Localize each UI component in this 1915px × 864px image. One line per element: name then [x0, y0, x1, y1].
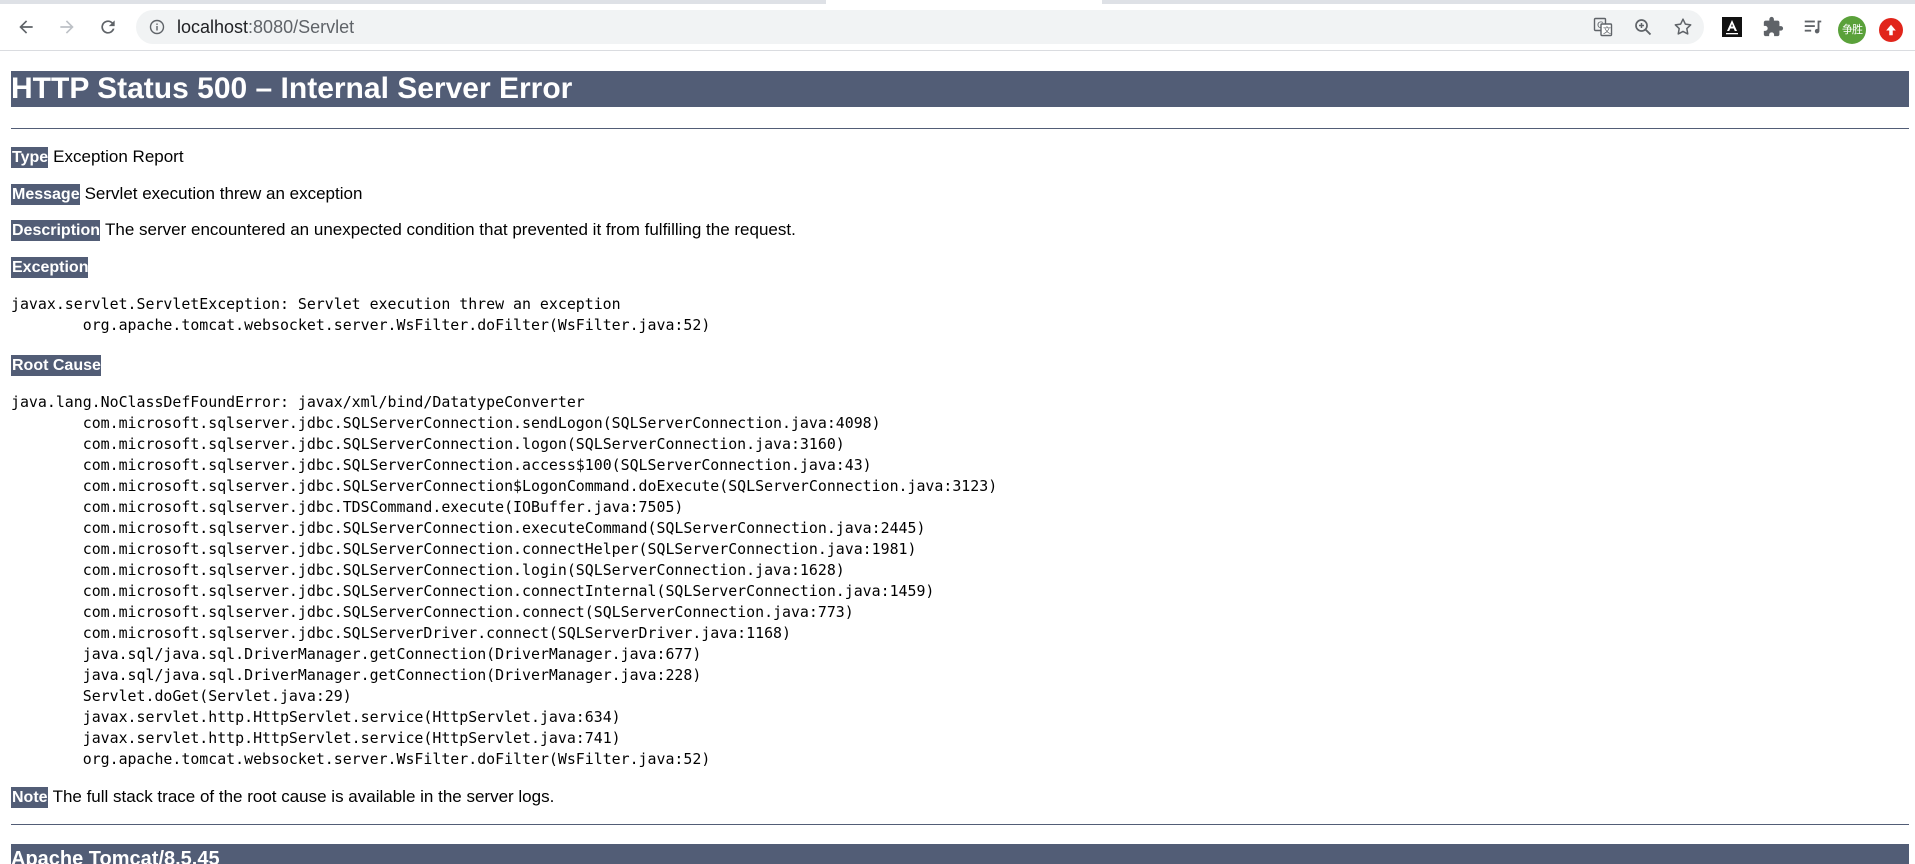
message-label: Message [11, 184, 80, 205]
type-label: Type [11, 147, 49, 168]
type-text: Exception Report [53, 147, 184, 166]
server-footer: Apache Tomcat/8.5.45 [11, 844, 1909, 864]
message-text: Servlet execution threw an exception [84, 184, 363, 203]
info-icon[interactable] [149, 19, 165, 35]
extension-a-button[interactable] [1720, 15, 1744, 39]
puzzle-icon [1763, 16, 1784, 37]
address-bar[interactable]: localhost:8080/Servlet G 文 [136, 10, 1704, 44]
extension-a-icon [1722, 17, 1742, 37]
type-row: Type Exception Report [11, 146, 184, 168]
message-row: Message Servlet execution threw an except… [11, 183, 362, 205]
url-text[interactable]: localhost:8080/Servlet [177, 10, 354, 44]
top-divider [11, 128, 1909, 129]
translate-icon: G 文 [1593, 17, 1613, 37]
bookmark-button[interactable] [1672, 16, 1694, 38]
root-cause-label: Root Cause [11, 355, 101, 376]
translate-button[interactable]: G 文 [1592, 16, 1614, 38]
root-cause-row: Root Cause [11, 354, 101, 376]
extensions-button[interactable] [1761, 15, 1785, 39]
arrow-left-icon [19, 20, 33, 34]
media-button[interactable] [1801, 15, 1825, 39]
note-label: Note [11, 787, 48, 808]
exception-trace: javax.servlet.ServletException: Servlet … [11, 295, 711, 334]
description-text: The server encountered an unexpected con… [105, 220, 796, 239]
update-button[interactable] [1879, 18, 1903, 42]
note-row: Note The full stack trace of the root cau… [11, 786, 554, 808]
profile-avatar[interactable]: 争胜 [1838, 16, 1866, 44]
forward-button[interactable] [51, 11, 83, 43]
url-path: :8080/Servlet [248, 17, 355, 37]
reload-button[interactable] [92, 11, 124, 43]
arrow-right-icon [60, 20, 74, 34]
description-row: Description The server encountered an une… [11, 219, 796, 241]
media-queue-icon [1804, 20, 1822, 34]
description-label: Description [11, 220, 101, 241]
bottom-divider [11, 824, 1909, 825]
zoom-button[interactable] [1632, 16, 1654, 38]
browser-toolbar: localhost:8080/Servlet G 文 [0, 4, 1915, 51]
url-host: localhost [177, 17, 249, 37]
exception-row: Exception [11, 256, 89, 278]
root-cause-trace: java.lang.NoClassDefFoundError: javax/xm… [11, 393, 998, 768]
star-icon [1674, 18, 1692, 35]
note-text: The full stack trace of the root cause i… [52, 787, 555, 806]
svg-text:文: 文 [1603, 25, 1611, 35]
zoom-icon [1635, 19, 1652, 36]
back-button[interactable] [10, 11, 42, 43]
update-icon [1886, 24, 1896, 36]
exception-label: Exception [11, 257, 89, 278]
reload-icon [101, 20, 115, 34]
error-page: HTTP Status 500 – Internal Server Error … [11, 71, 1909, 864]
page-title: HTTP Status 500 – Internal Server Error [11, 71, 1909, 107]
